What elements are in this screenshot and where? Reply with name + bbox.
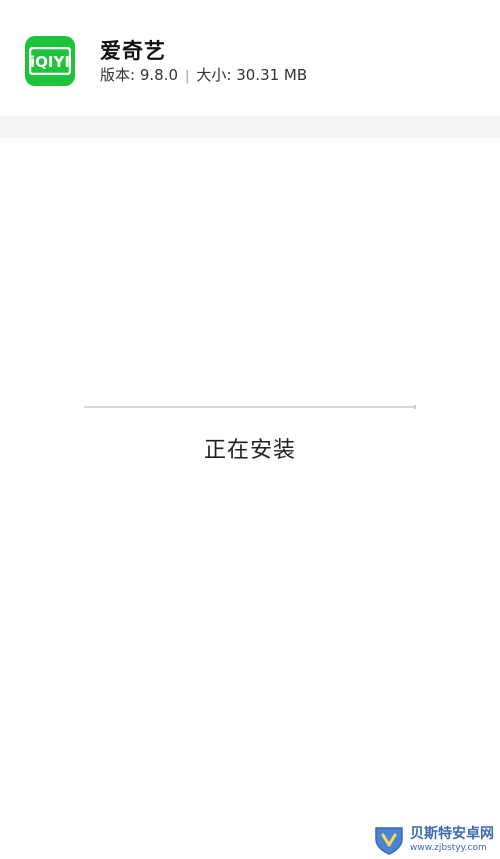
app-version: 版本: 9.8.0 <box>100 66 178 84</box>
installer-screen: iQIYI 爱奇艺 版本: 9.8.0 | 大小: 30.31 MB 正在安装 贝斯… <box>0 0 500 859</box>
install-progress-end <box>414 405 416 409</box>
watermark-title: 贝斯特安卓网 <box>410 826 494 842</box>
app-meta: 版本: 9.8.0 | 大小: 30.31 MB <box>100 66 307 86</box>
section-divider <box>0 116 500 138</box>
app-size: 大小: 30.31 MB <box>196 66 308 84</box>
watermark-url: www.zjbstyy.com <box>410 843 487 853</box>
iqiyi-logo-text: iQIYI <box>30 53 70 71</box>
iqiyi-logo-icon: iQIYI <box>25 36 75 86</box>
install-content <box>0 138 500 859</box>
watermark-text: 贝斯特安卓网 www.zjbstyy.com <box>410 826 494 854</box>
app-info-header: iQIYI 爱奇艺 版本: 9.8.0 | 大小: 30.31 MB <box>0 0 500 116</box>
watermark-logo: 贝斯特安卓网 www.zjbstyy.com <box>372 825 494 855</box>
install-progress-bar <box>84 405 416 409</box>
shield-heart-icon <box>375 827 403 855</box>
iqiyi-logo-mark: iQIYI <box>29 47 71 75</box>
install-progress-fill <box>84 406 416 408</box>
meta-separator: | <box>185 69 190 84</box>
app-name: 爱奇艺 <box>100 39 166 63</box>
install-status-text: 正在安装 <box>203 438 296 463</box>
